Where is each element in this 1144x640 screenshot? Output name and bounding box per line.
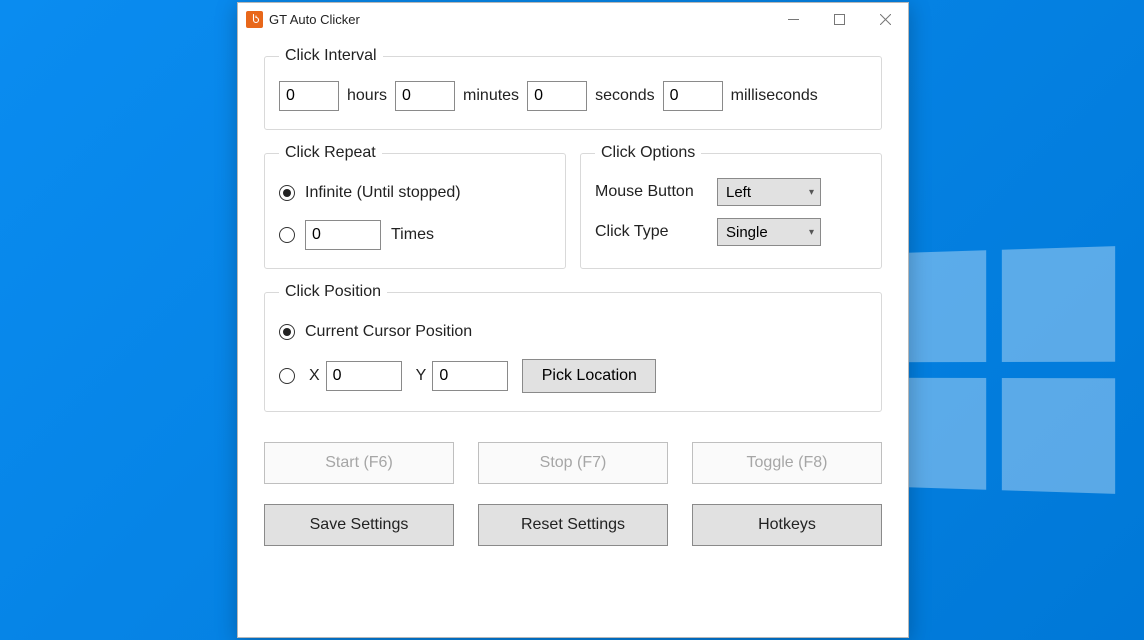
minimize-button[interactable]	[770, 3, 816, 35]
stop-button[interactable]: Stop (F7)	[478, 442, 668, 484]
click-type-label: Click Type	[595, 223, 705, 241]
x-input[interactable]	[326, 361, 402, 391]
current-position-radio[interactable]	[279, 324, 295, 340]
hours-input[interactable]	[279, 81, 339, 111]
maximize-button[interactable]	[816, 3, 862, 35]
minutes-label: minutes	[463, 87, 519, 105]
app-icon	[246, 11, 263, 28]
titlebar[interactable]: GT Auto Clicker	[238, 3, 908, 35]
click-position-group: Click Position Current Cursor Position X…	[264, 283, 882, 412]
click-options-group: Click Options Mouse Button Left ▾ Click …	[580, 144, 882, 269]
save-settings-button[interactable]: Save Settings	[264, 504, 454, 546]
infinite-label: Infinite (Until stopped)	[305, 184, 461, 202]
desktop-windows-logo	[880, 246, 1115, 494]
app-window: GT Auto Clicker Click Interval hours min…	[237, 2, 909, 638]
click-repeat-group: Click Repeat Infinite (Until stopped) Ti…	[264, 144, 566, 269]
click-interval-group: Click Interval hours minutes seconds mil…	[264, 47, 882, 130]
click-repeat-legend: Click Repeat	[279, 144, 382, 162]
times-radio[interactable]	[279, 227, 295, 243]
start-button[interactable]: Start (F6)	[264, 442, 454, 484]
mouse-button-value: Left	[726, 184, 751, 201]
seconds-input[interactable]	[527, 81, 587, 111]
x-label: X	[309, 367, 320, 385]
window-controls	[770, 3, 908, 35]
minutes-input[interactable]	[395, 81, 455, 111]
mouse-button-label: Mouse Button	[595, 183, 705, 201]
y-input[interactable]	[432, 361, 508, 391]
y-label: Y	[416, 367, 427, 385]
reset-settings-button[interactable]: Reset Settings	[478, 504, 668, 546]
window-title: GT Auto Clicker	[269, 12, 360, 27]
hotkeys-button[interactable]: Hotkeys	[692, 504, 882, 546]
click-position-legend: Click Position	[279, 283, 387, 301]
close-button[interactable]	[862, 3, 908, 35]
click-interval-legend: Click Interval	[279, 47, 383, 65]
milliseconds-label: milliseconds	[731, 87, 818, 105]
content-area: Click Interval hours minutes seconds mil…	[238, 35, 908, 562]
click-type-select[interactable]: Single ▾	[717, 218, 821, 246]
seconds-label: seconds	[595, 87, 655, 105]
milliseconds-input[interactable]	[663, 81, 723, 111]
pick-location-button[interactable]: Pick Location	[522, 359, 656, 393]
mouse-button-select[interactable]: Left ▾	[717, 178, 821, 206]
infinite-radio[interactable]	[279, 185, 295, 201]
toggle-button[interactable]: Toggle (F8)	[692, 442, 882, 484]
hours-label: hours	[347, 87, 387, 105]
xy-radio[interactable]	[279, 368, 295, 384]
chevron-down-icon: ▾	[809, 187, 814, 198]
current-position-label: Current Cursor Position	[305, 323, 472, 341]
chevron-down-icon: ▾	[809, 227, 814, 238]
times-label: Times	[391, 226, 434, 244]
click-type-value: Single	[726, 224, 768, 241]
click-options-legend: Click Options	[595, 144, 701, 162]
times-input[interactable]	[305, 220, 381, 250]
